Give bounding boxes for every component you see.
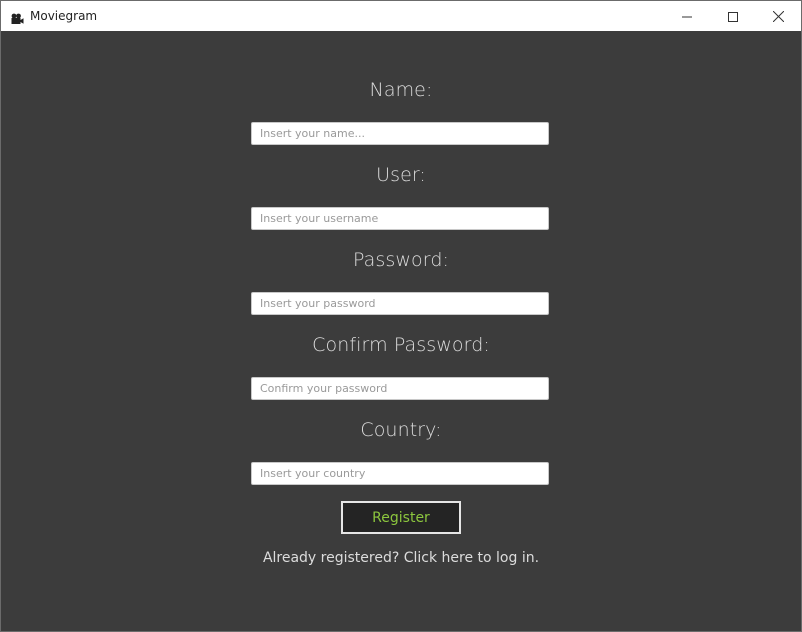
title-bar[interactable]: Moviegram [1, 1, 801, 31]
country-label: Country: [360, 419, 442, 441]
name-label: Name: [369, 79, 433, 101]
user-label: User: [376, 164, 426, 186]
maximize-button[interactable] [710, 1, 756, 31]
app-window: Moviegram Name: User: Password: Confirm … [0, 0, 802, 632]
minimize-icon [682, 7, 692, 26]
register-form: Name: User: Password: Confirm Password: … [1, 31, 801, 631]
maximize-icon [728, 7, 738, 26]
name-input[interactable] [251, 122, 549, 145]
close-button[interactable] [755, 1, 801, 31]
password-label: Password: [352, 249, 450, 271]
movie-camera-icon [11, 10, 24, 24]
confirm-password-label: Confirm Password: [312, 334, 490, 356]
window-title: Moviegram [30, 9, 98, 23]
close-icon [772, 7, 784, 26]
login-link[interactable]: Already registered? Click here to log in… [1, 550, 801, 566]
country-input[interactable] [251, 462, 549, 485]
confirm-password-input[interactable] [251, 377, 549, 400]
password-input[interactable] [251, 292, 549, 315]
register-button[interactable]: Register [341, 501, 461, 534]
username-input[interactable] [251, 207, 549, 230]
minimize-button[interactable] [664, 1, 710, 31]
